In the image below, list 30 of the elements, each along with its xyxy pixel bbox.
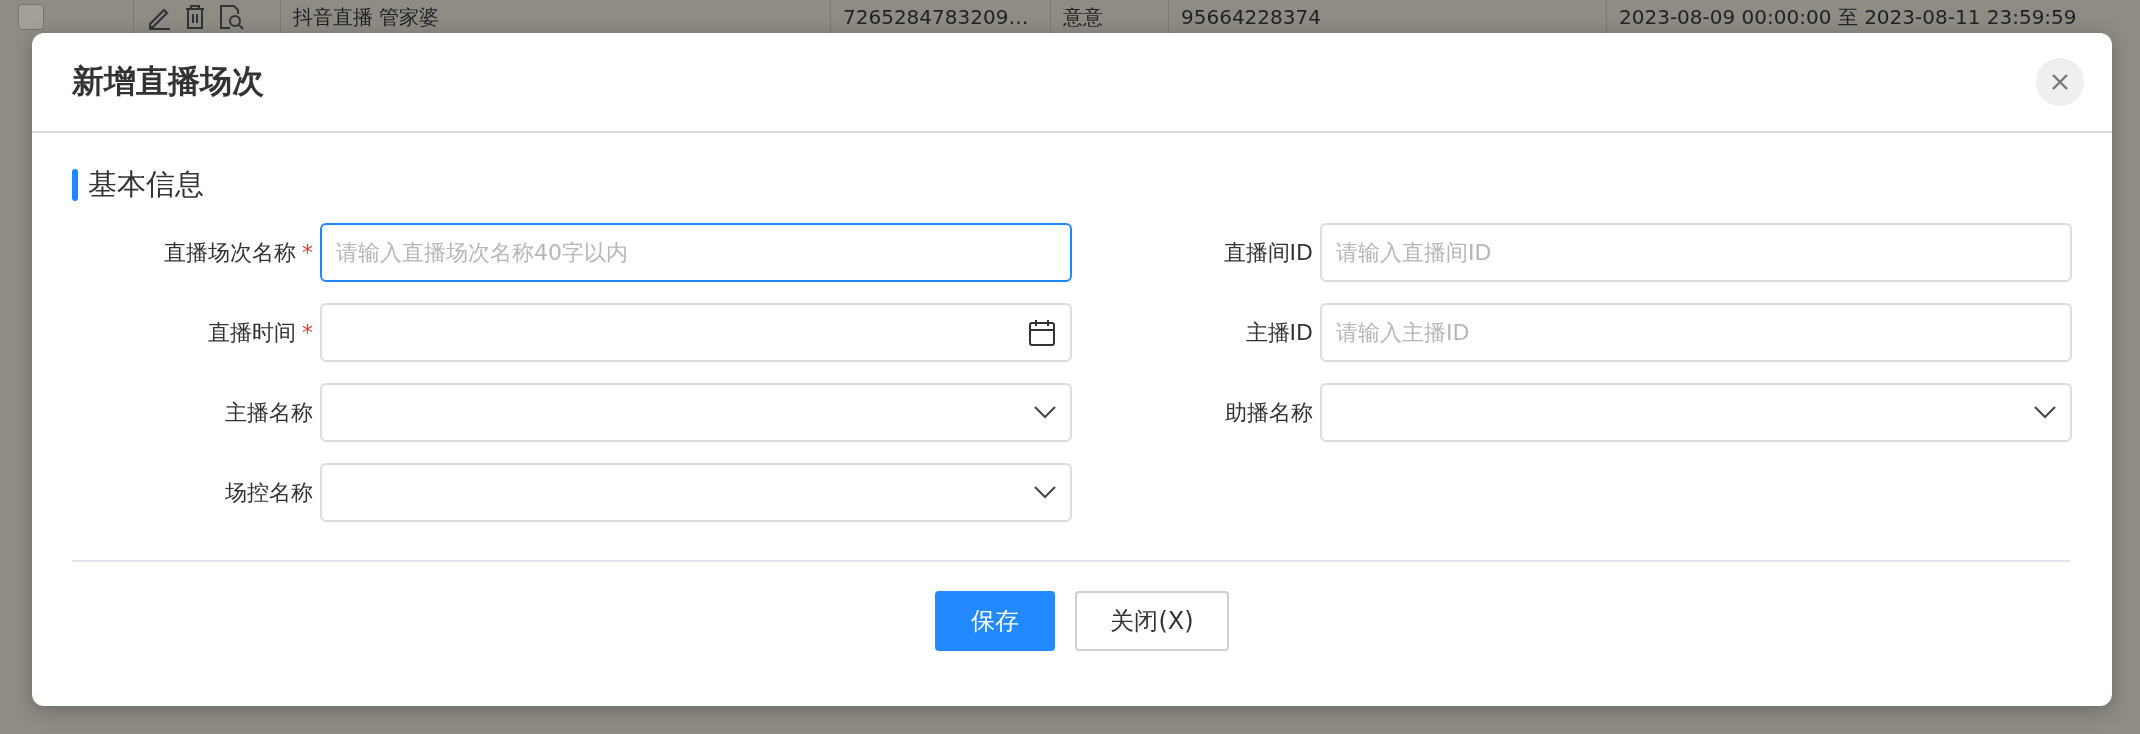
- section-marker: [72, 169, 78, 201]
- required-mark: *: [302, 240, 313, 265]
- text-field[interactable]: 请输入直播场次名称40字以内: [320, 223, 1072, 282]
- required-mark: *: [302, 320, 313, 345]
- document-search-icon[interactable]: [218, 3, 244, 30]
- section-title: 基本信息: [88, 166, 204, 203]
- chevron-down-icon: [1034, 406, 1056, 419]
- select-field[interactable]: [1320, 383, 2072, 442]
- save-button[interactable]: 保存: [935, 591, 1055, 651]
- date-field[interactable]: [320, 303, 1072, 362]
- field-label: 主播ID: [1245, 318, 1313, 347]
- select-field[interactable]: [320, 383, 1072, 442]
- trash-icon[interactable]: [184, 4, 206, 29]
- row-checkbox[interactable]: [18, 3, 44, 30]
- close-icon: [2051, 73, 2069, 91]
- select-field[interactable]: [320, 463, 1072, 522]
- dialog-title: 新增直播场次: [72, 61, 264, 102]
- field-label: 助播名称: [1225, 398, 1313, 427]
- field-label: 主播名称: [225, 398, 313, 427]
- close-button[interactable]: 关闭(X): [1075, 591, 1229, 651]
- text-field[interactable]: 请输入主播ID: [1320, 303, 2072, 362]
- text-field[interactable]: 请输入直播间ID: [1320, 223, 2072, 282]
- field-label: 直播时间: [208, 318, 296, 347]
- calendar-icon: [1028, 318, 1056, 347]
- field-label: 场控名称: [225, 478, 313, 507]
- field-label: 直播场次名称: [164, 238, 296, 267]
- chevron-down-icon: [1034, 486, 1056, 499]
- chevron-down-icon: [2034, 406, 2056, 419]
- close-button[interactable]: [2036, 58, 2084, 106]
- field-label: 直播间ID: [1223, 238, 1313, 267]
